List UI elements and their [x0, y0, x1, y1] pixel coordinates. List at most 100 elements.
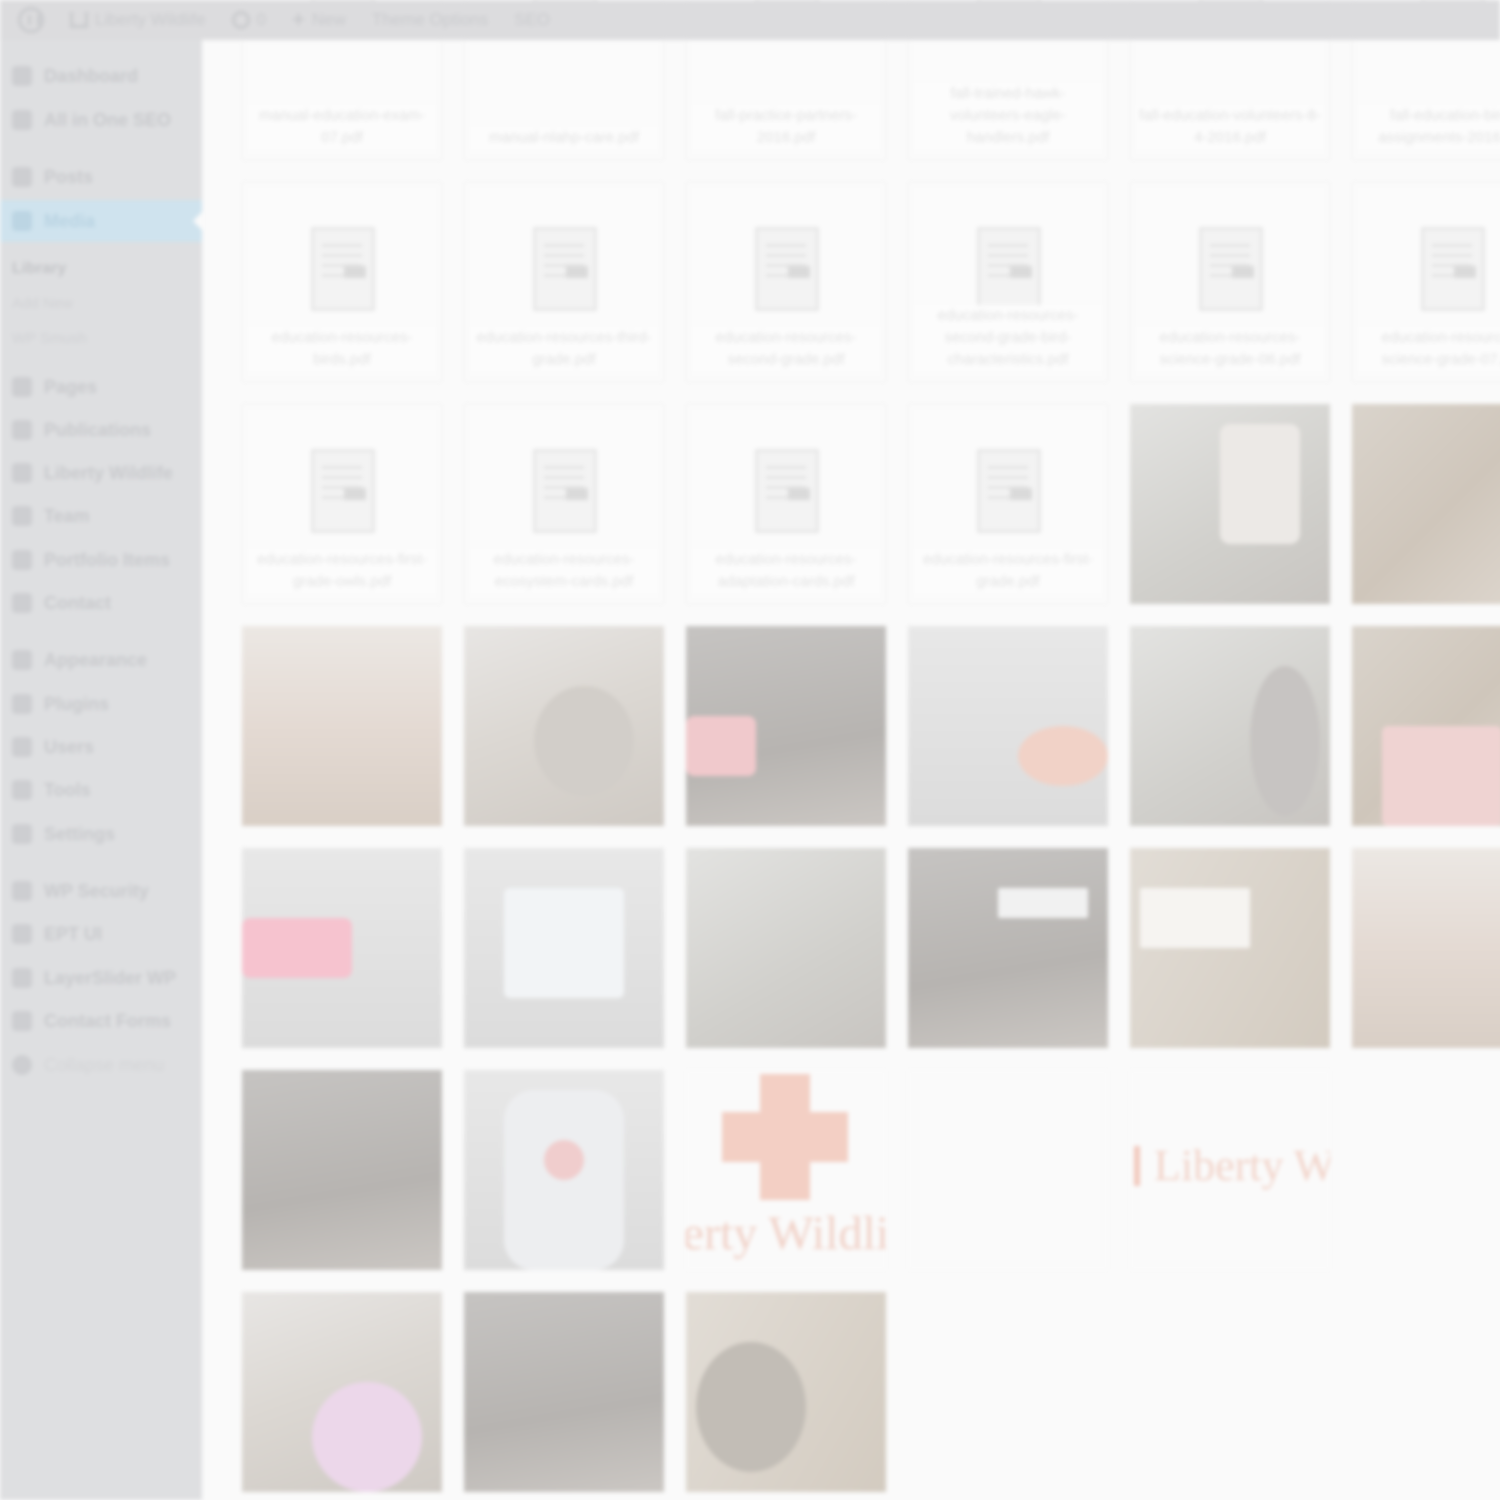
attachment-image[interactable] — [686, 626, 886, 826]
attachment-image[interactable] — [686, 848, 886, 1048]
menu-settings[interactable]: Settings — [0, 814, 202, 854]
media-icon — [12, 211, 32, 231]
menu-label: Team — [44, 505, 90, 526]
document-icon — [533, 449, 597, 533]
seo-link[interactable]: SEO — [504, 0, 560, 40]
menu-liberty-wildlife[interactable]: Liberty Wildlife — [0, 453, 202, 493]
publication-icon — [12, 420, 32, 440]
attachment-image[interactable] — [908, 626, 1108, 826]
site-name-link[interactable]: Liberty Wildlife — [60, 0, 216, 40]
menu-all-in-one-seo[interactable]: All in One SEO — [0, 100, 202, 140]
attachment-image[interactable] — [242, 1292, 442, 1492]
submenu-library[interactable]: Library — [12, 260, 66, 278]
comments-link[interactable]: 0 — [222, 0, 276, 40]
attachment-filename: education-resources-ecosystem-cards.pdf — [471, 549, 657, 593]
menu-users[interactable]: Users — [0, 727, 202, 767]
photo-detail — [1220, 424, 1300, 544]
attachment-image[interactable] — [1130, 404, 1330, 604]
forms-icon — [12, 1011, 32, 1031]
attachment-filename: education-resources-first-grade-owls.pdf — [249, 549, 435, 593]
photo-detail — [1018, 726, 1108, 786]
plus-icon: + — [292, 7, 305, 32]
portfolio-icon — [12, 550, 32, 570]
menu-label: Pages — [44, 376, 98, 397]
attachment-image[interactable] — [1130, 848, 1330, 1048]
attachment-pdf[interactable]: education-resources-first-grade.pdf — [908, 404, 1108, 604]
attachment-image[interactable] — [464, 1070, 664, 1270]
attachment-image[interactable] — [242, 848, 442, 1048]
attachment-pdf[interactable]: education-resources-science-grade-06.pdf — [1130, 182, 1330, 382]
attachment-pdf[interactable]: education-resources-science-grade-07.pdf — [1352, 182, 1500, 382]
attachment-image[interactable] — [1130, 626, 1330, 826]
wp-logo-button[interactable] — [8, 0, 54, 40]
attachment-pdf[interactable]: education-resources-second-grade-bird-ch… — [908, 182, 1108, 382]
menu-tools[interactable]: Tools — [0, 770, 202, 810]
photo-detail — [1382, 726, 1500, 826]
submenu-wp-smush[interactable]: WP Smush — [12, 330, 87, 347]
attachment-image[interactable] — [1352, 404, 1500, 604]
attachment-image[interactable] — [686, 1292, 886, 1492]
photo-detail — [686, 716, 756, 776]
attachment-image[interactable] — [464, 848, 664, 1048]
attachment-pdf[interactable]: education-resources-second-grade.pdf — [686, 182, 886, 382]
menu-layerslider[interactable]: LayerSlider WP — [0, 958, 202, 998]
menu-contact-forms[interactable]: Contact Forms — [0, 1001, 202, 1041]
collapse-icon — [12, 1055, 32, 1075]
plugin-icon — [12, 694, 32, 714]
document-icon — [1421, 227, 1485, 311]
attachment-image[interactable] — [464, 1292, 664, 1492]
document-icon — [311, 227, 375, 311]
logo-text: Liberty Wildlife — [686, 1207, 886, 1260]
submenu-add-new[interactable]: Add New — [12, 295, 73, 312]
menu-label: Settings — [44, 823, 116, 844]
attachment-filename: education-resources-science-grade-06.pdf — [1137, 327, 1323, 371]
menu-ept-ui[interactable]: EPT UI — [0, 914, 202, 954]
photo-detail — [1250, 666, 1320, 816]
attachment-pdf[interactable]: education-resources-adaptation-cards.pdf — [686, 404, 886, 604]
menu-posts[interactable]: Posts — [0, 157, 202, 197]
attachment-image[interactable]: Liberty Wildlife — [1130, 1070, 1330, 1270]
attachment-image[interactable]: Liberty Wildlife — [686, 1070, 886, 1270]
attachment-image[interactable] — [908, 1070, 1108, 1270]
menu-plugins[interactable]: Plugins — [0, 684, 202, 724]
menu-contact[interactable]: Contact — [0, 583, 202, 623]
attachment-image[interactable] — [242, 1070, 442, 1270]
attachment-image[interactable] — [242, 626, 442, 826]
menu-appearance[interactable]: Appearance — [0, 640, 202, 680]
document-icon — [311, 449, 375, 533]
menu-pages[interactable]: Pages — [0, 367, 202, 407]
menu-label: Users — [44, 736, 95, 757]
admin-sidebar: Dashboard All in One SEO Posts Media Lib… — [0, 40, 203, 1500]
attachment-image[interactable] — [1352, 848, 1500, 1048]
theme-options-link[interactable]: Theme Options — [362, 0, 498, 40]
menu-portfolio-items[interactable]: Portfolio Items — [0, 540, 202, 580]
document-icon — [977, 449, 1041, 533]
menu-label: Publications — [44, 419, 152, 440]
menu-label: WP Security — [44, 880, 149, 901]
attachment-image[interactable] — [464, 626, 664, 826]
attachment-image[interactable] — [1352, 626, 1500, 826]
cross-logo-icon — [722, 1074, 848, 1200]
pin-icon — [12, 167, 32, 187]
document-icon — [977, 227, 1041, 311]
attachment-pdf[interactable]: education-resources-birds.pdf — [242, 182, 442, 382]
menu-team[interactable]: Team — [0, 496, 202, 536]
attachment-pdf[interactable]: education-resources-third-grade.pdf — [464, 182, 664, 382]
menu-media[interactable]: Media — [0, 200, 203, 242]
attachment-image[interactable] — [908, 848, 1108, 1048]
settings-icon — [12, 824, 32, 844]
collapse-menu-button[interactable]: Collapse menu — [0, 1045, 202, 1085]
menu-label: Media — [44, 210, 96, 231]
photo-detail — [534, 686, 634, 796]
menu-publications[interactable]: Publications — [0, 410, 202, 450]
menu-label: Appearance — [44, 649, 148, 670]
menu-wp-security[interactable]: WP Security — [0, 871, 202, 911]
menu-dashboard[interactable]: Dashboard — [0, 56, 202, 96]
new-content-button[interactable]: + New — [282, 0, 356, 40]
photo-detail — [312, 1382, 422, 1492]
attachment-pdf[interactable]: education-resources-ecosystem-cards.pdf — [464, 404, 664, 604]
photo-detail — [504, 1090, 624, 1270]
photo-detail — [998, 888, 1088, 918]
wordpress-icon — [18, 7, 44, 33]
attachment-pdf[interactable]: education-resources-first-grade-owls.pdf — [242, 404, 442, 604]
